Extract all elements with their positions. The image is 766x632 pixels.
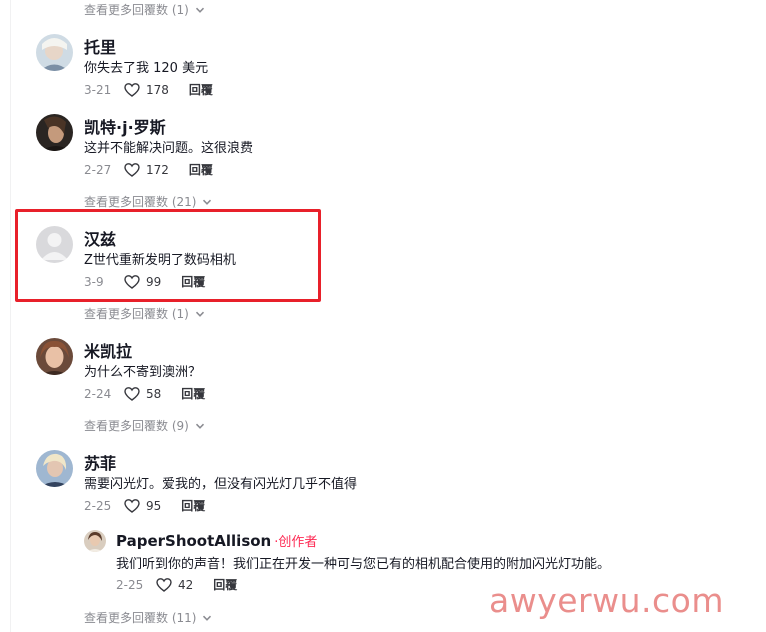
username[interactable]: 苏菲 (84, 450, 116, 474)
comment-text: 我们听到你的声音！我们正在开发一种可与您已有的相机配合使用的附加闪光灯功能。 (116, 557, 611, 572)
username[interactable]: 凯特·j·罗斯 (84, 114, 166, 138)
reply-button[interactable]: 回覆 (181, 497, 205, 514)
heart-outline-icon (156, 577, 172, 592)
comment-meta: 3-9 99 回覆 (84, 273, 205, 290)
divider (10, 0, 11, 632)
chevron-down-icon (203, 615, 212, 621)
comment-item: 汉兹 Z世代重新发明了数码相机 3-9 99 回覆 (36, 226, 716, 296)
comments-page: 查看更多回覆数 (1) 托里 你失去了我 120 美元 3-21 178 回覆 (0, 0, 766, 632)
avatar[interactable] (36, 114, 73, 151)
like-button[interactable]: 172 (124, 162, 169, 178)
comment-item: 托里 你失去了我 120 美元 3-21 178 回覆 (36, 34, 716, 104)
view-more-replies-button[interactable]: 查看更多回覆数 (21) (84, 193, 212, 210)
comment-date: 2-25 (84, 498, 112, 513)
reply-button[interactable]: 回覆 (181, 273, 205, 290)
watermark: awyerwu.com (489, 581, 724, 620)
heart-outline-icon (124, 274, 140, 289)
reply-button[interactable]: 回覆 (181, 385, 205, 402)
view-more-replies-button[interactable]: 查看更多回覆数 (1) (84, 1, 205, 18)
reply-button[interactable]: 回覆 (189, 161, 213, 178)
view-more-replies-button[interactable]: 查看更多回覆数 (9) (84, 417, 205, 434)
like-button[interactable]: 99 (124, 274, 161, 290)
chevron-down-icon (203, 199, 212, 205)
reply-button[interactable]: 回覆 (189, 81, 213, 98)
view-more-replies-label: 查看更多回覆数 (1) (84, 3, 189, 17)
like-count: 172 (146, 162, 169, 177)
like-count: 58 (146, 386, 162, 401)
heart-outline-icon (124, 386, 140, 401)
like-button[interactable]: 58 (124, 386, 161, 402)
comment-date: 3-9 (84, 274, 104, 289)
comment-text: 这并不能解决问题。这很浪费 (84, 141, 254, 156)
heart-outline-icon (124, 162, 140, 177)
comment-item: 凯特·j·罗斯 这并不能解决问题。这很浪费 2-27 172 回覆 (36, 114, 716, 184)
avatar[interactable] (36, 226, 73, 263)
comment-date: 2-25 (116, 577, 144, 592)
username: PaperShootAllison ·创作者 (116, 531, 317, 550)
comment-date: 2-24 (84, 386, 112, 401)
like-count: 42 (178, 577, 194, 592)
creator-username[interactable]: PaperShootAllison (116, 532, 271, 550)
like-count: 99 (146, 274, 162, 289)
comment-text: 为什么不寄到澳洲？ (84, 365, 202, 380)
avatar[interactable] (36, 338, 73, 375)
username[interactable]: 汉兹 (84, 226, 116, 250)
like-count: 95 (146, 498, 162, 513)
chevron-down-icon (195, 311, 204, 317)
view-more-replies-label: 查看更多回覆数 (21) (84, 195, 197, 209)
comment-text: 需要闪光灯。爱我的，但没有闪光灯几乎不值得 (84, 477, 358, 492)
like-button[interactable]: 178 (124, 82, 169, 98)
comment-item: 苏菲 需要闪光灯。爱我的，但没有闪光灯几乎不值得 2-25 95 回覆 (36, 450, 716, 520)
comment-meta: 2-27 172 回覆 (84, 161, 213, 178)
avatar[interactable] (84, 530, 106, 552)
comment-date: 3-21 (84, 82, 112, 97)
like-button[interactable]: 42 (156, 577, 193, 593)
view-more-replies-label: 查看更多回覆数 (9) (84, 419, 189, 433)
comment-text: Z世代重新发明了数码相机 (84, 253, 236, 268)
like-button[interactable]: 95 (124, 498, 161, 514)
comment-meta: 2-25 42 回覆 (116, 576, 237, 593)
comment-text: 你失去了我 120 美元 (84, 61, 209, 76)
comment-meta: 3-21 178 回覆 (84, 81, 213, 98)
like-count: 178 (146, 82, 169, 97)
comment-meta: 2-24 58 回覆 (84, 385, 205, 402)
chevron-down-icon (195, 7, 204, 13)
heart-outline-icon (124, 82, 140, 97)
view-more-replies-label: 查看更多回覆数 (11) (84, 611, 197, 625)
view-more-replies-button[interactable]: 查看更多回覆数 (1) (84, 305, 205, 322)
chevron-down-icon (195, 423, 204, 429)
comment-item: 米凯拉 为什么不寄到澳洲？ 2-24 58 回覆 (36, 338, 716, 408)
avatar[interactable] (36, 450, 73, 487)
username[interactable]: 托里 (84, 34, 116, 58)
view-more-replies-label: 查看更多回覆数 (1) (84, 307, 189, 321)
username[interactable]: 米凯拉 (84, 338, 132, 362)
avatar[interactable] (36, 34, 73, 71)
heart-outline-icon (124, 498, 140, 513)
creator-badge: ·创作者 (274, 535, 318, 550)
view-more-replies-button[interactable]: 查看更多回覆数 (11) (84, 609, 212, 626)
comment-date: 2-27 (84, 162, 112, 177)
reply-button[interactable]: 回覆 (213, 576, 237, 593)
comment-meta: 2-25 95 回覆 (84, 497, 205, 514)
